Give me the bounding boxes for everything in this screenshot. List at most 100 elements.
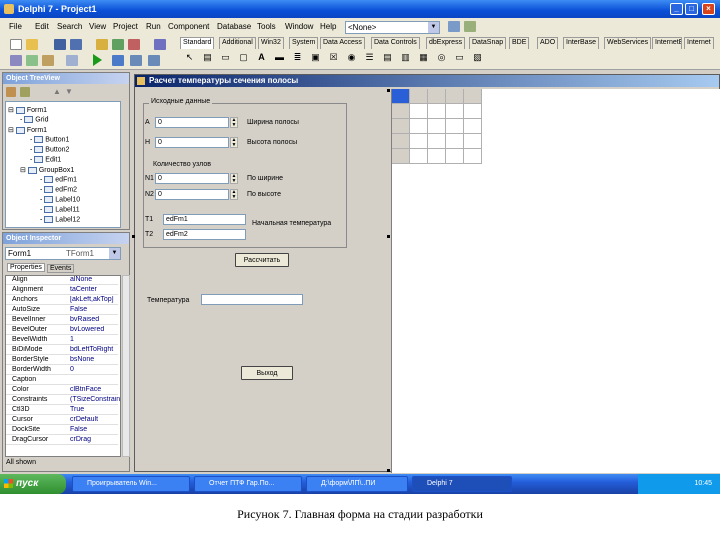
selection-handle[interactable] [387,89,390,92]
tree-node[interactable]: - edFm2 [40,186,77,193]
grid-cell[interactable] [410,134,428,149]
property-value[interactable]: bvRaised [70,316,120,323]
property-value[interactable]: [akLeft,akTop] [70,296,120,303]
combobox-icon[interactable]: ▤ [382,52,393,63]
grid-cell[interactable] [428,134,446,149]
save-icon[interactable] [54,39,66,50]
property-value[interactable]: bdLeftToRight [70,346,120,353]
save-desktop-icon[interactable] [448,21,460,32]
grid-cell[interactable] [410,149,428,164]
edit-n2[interactable]: 0 [155,189,229,200]
groupbox-icon[interactable]: ▦ [418,52,429,63]
popupmenu-icon[interactable]: ▢ [238,52,249,63]
pause-icon[interactable] [112,55,124,66]
tab-system[interactable]: System [289,37,319,49]
listbox-icon[interactable]: ☰ [364,52,375,63]
tab-interbase[interactable]: InterBase [563,37,599,49]
menu-component[interactable]: Component [168,22,209,31]
minimize-button[interactable]: _ [670,3,683,15]
property-value[interactable]: alNone [70,276,120,283]
tab-standard[interactable]: Standard [180,37,215,49]
tree-node[interactable]: - Button1 [30,136,69,143]
property-row[interactable]: Ctl3D True [6,406,118,415]
property-row[interactable]: Caption [6,376,118,385]
spin-n1[interactable]: ▲ ▼ [230,173,238,184]
close-button[interactable]: × [702,3,715,15]
tree-node[interactable]: ⊟ Form1 [8,106,47,114]
grid-cell[interactable] [446,149,464,164]
grid-cell[interactable] [446,89,464,104]
view-unit-icon[interactable] [10,55,22,66]
actionlist-icon[interactable]: ▧ [472,52,483,63]
menu-tools[interactable]: Tools [257,22,276,31]
tab-internet[interactable]: Internet [684,37,714,49]
task-delphi[interactable]: Delphi 7 [412,476,512,492]
menu-project[interactable]: Project [113,22,138,31]
grid-cell[interactable] [446,104,464,119]
property-value[interactable]: 0 [70,366,120,373]
grid-cell[interactable] [392,134,410,149]
edit-a[interactable]: 0 [155,117,229,128]
tree-node[interactable]: - Button2 [30,146,69,153]
menu-help[interactable]: Help [320,22,336,31]
menu-edit[interactable]: Edit [35,22,49,31]
property-value[interactable]: True [70,406,120,413]
calculate-button[interactable]: Рассчитать [235,253,289,267]
desktop-combo[interactable]: <None> ▼ [345,21,440,34]
property-value[interactable]: bvLowered [70,326,120,333]
treeview-refresh-icon[interactable] [20,87,30,97]
tree-node[interactable]: - Label10 [40,196,80,203]
property-value[interactable]: crDefault [70,416,120,423]
tab-dbexpress[interactable]: dbExpress [426,37,466,49]
property-value[interactable]: crDrag [70,436,120,443]
tree-node[interactable]: - Label11 [40,206,80,213]
tree-node[interactable]: ⊟ GroupBox1 [20,166,74,174]
selection-handle[interactable] [132,235,135,238]
spin-h[interactable]: ▲ ▼ [230,137,238,148]
open-icon[interactable] [26,39,38,50]
tab-properties[interactable]: Properties [7,263,45,272]
grid-cell[interactable] [464,89,482,104]
string-grid[interactable] [391,89,720,473]
grid-cell[interactable] [428,89,446,104]
grid-cell[interactable] [428,104,446,119]
grid-cell[interactable] [464,134,482,149]
tab-data-access[interactable]: Data Access [320,37,365,49]
treeview-down-icon[interactable]: ▼ [65,87,73,96]
grid-cell[interactable] [392,119,410,134]
tree-node[interactable]: - Edit1 [30,156,61,163]
pointer-icon[interactable]: ↖ [184,52,195,63]
menu-database[interactable]: Database [217,22,251,31]
tab-bde[interactable]: BDE [509,37,530,49]
property-row[interactable]: BorderWidth 0 [6,366,118,375]
step-over-icon[interactable] [148,55,160,66]
toggle-form-unit-icon[interactable] [42,55,54,66]
new-form-icon[interactable] [66,55,78,66]
property-row[interactable]: BevelWidth 1 [6,336,118,345]
treeview-delete-icon[interactable] [6,87,16,97]
grid-cell[interactable] [392,89,410,104]
tab-webservices[interactable]: WebServices [604,37,652,49]
object-selector[interactable]: Form1 TForm1 ▼ [5,247,121,260]
checkbox-icon[interactable]: ☒ [328,52,339,63]
open-project-icon[interactable] [96,39,108,50]
grid-cell[interactable] [446,119,464,134]
task-media-player[interactable]: Проигрыватель Win... [72,476,190,492]
edit-h[interactable]: 0 [155,137,229,148]
tab-datasnap[interactable]: DataSnap [469,37,507,49]
property-row[interactable]: DragCursor crDrag [6,436,118,445]
tab-ado[interactable]: ADO [537,37,559,49]
grid-cell[interactable] [410,119,428,134]
tree-node[interactable]: - Grid [20,116,49,123]
menu-search[interactable]: Search [57,22,82,31]
tree-node[interactable]: - edFm1 [40,176,77,183]
grid-cell[interactable] [428,119,446,134]
grid-cell[interactable] [392,104,410,119]
menu-run[interactable]: Run [146,22,161,31]
grid-cell[interactable] [464,149,482,164]
grid-cell[interactable] [464,104,482,119]
remove-from-project-icon[interactable] [128,39,140,50]
property-row[interactable]: BevelInner bvRaised [6,316,118,325]
spin-a[interactable]: ▲ ▼ [230,117,238,128]
scrollbar-icon[interactable]: ▥ [400,52,411,63]
